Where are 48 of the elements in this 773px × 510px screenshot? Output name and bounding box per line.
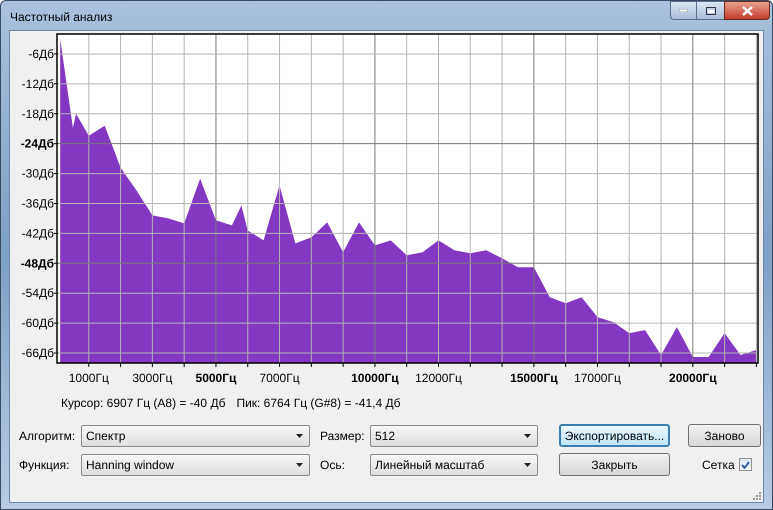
field-label: Размер:	[320, 428, 366, 444]
dropdown[interactable]: Спектр	[81, 424, 310, 446]
field-label: Алгоритм:	[19, 428, 76, 444]
caret-icon	[524, 434, 531, 438]
y-axis-label: -6Дб	[28, 46, 54, 61]
close-dialog-button[interactable]: Закрыть	[559, 453, 670, 476]
y-axis-label: -60Дб	[22, 316, 54, 330]
dropdown[interactable]: Hanning window	[81, 454, 310, 476]
x-axis-label: 5000Гц	[196, 371, 236, 385]
x-axis-label: 3000Гц	[132, 371, 172, 385]
caret-icon	[296, 434, 303, 438]
minimize-button[interactable]	[670, 1, 697, 20]
x-axis-label: 10000Гц	[351, 371, 399, 385]
grid-checkbox[interactable]	[738, 458, 752, 471]
x-axis-label: 15000Гц	[510, 371, 558, 385]
reset-button[interactable]: Заново	[688, 424, 761, 447]
field-label: Ось:	[320, 456, 346, 474]
x-axis-label: 1000Гц	[68, 371, 109, 385]
close-icon	[742, 6, 752, 16]
y-axis-label: -36Дб	[22, 196, 54, 210]
dropdown[interactable]: Линейный масштаб	[370, 454, 538, 476]
x-axis-label: 17000Гц	[574, 371, 621, 385]
window-title: Частотный анализ	[10, 9, 112, 26]
x-axis-label: 12000Гц	[415, 371, 462, 385]
x-axis-label: 7000Гц	[260, 371, 300, 385]
y-axis-label: -12Дб	[22, 76, 54, 91]
cursor-readout: Курсор: 6907 Гц (A8) = -40 Дб	[61, 395, 226, 412]
peak-readout: Пик: 6764 Гц (G#8) = -41,4 Дб	[236, 395, 400, 412]
x-axis-label: 20000Гц	[669, 371, 717, 385]
dropdown[interactable]: 512	[370, 424, 538, 446]
y-axis-label: -42Дб	[22, 226, 54, 240]
y-axis-label: -54Дб	[22, 286, 54, 300]
y-axis-label: -66Дб	[22, 346, 54, 360]
resize-grip-icon	[753, 492, 761, 500]
caret-icon	[296, 462, 303, 466]
y-axis-label: -30Дб	[22, 166, 54, 181]
check-icon	[740, 460, 750, 468]
checkbox-label: Сетка	[702, 456, 735, 474]
maximize-button[interactable]	[697, 1, 724, 20]
close-button[interactable]	[724, 1, 770, 20]
minimize-icon	[679, 9, 688, 12]
maximize-icon	[706, 6, 716, 14]
y-axis-label: -48Дб	[20, 256, 54, 270]
export-button[interactable]: Экспортировать...	[559, 424, 670, 447]
y-axis-label: -24Дб	[20, 136, 54, 151]
caret-icon	[524, 462, 531, 466]
field-label: Функция:	[19, 456, 70, 474]
y-axis-label: -18Дб	[22, 106, 54, 121]
